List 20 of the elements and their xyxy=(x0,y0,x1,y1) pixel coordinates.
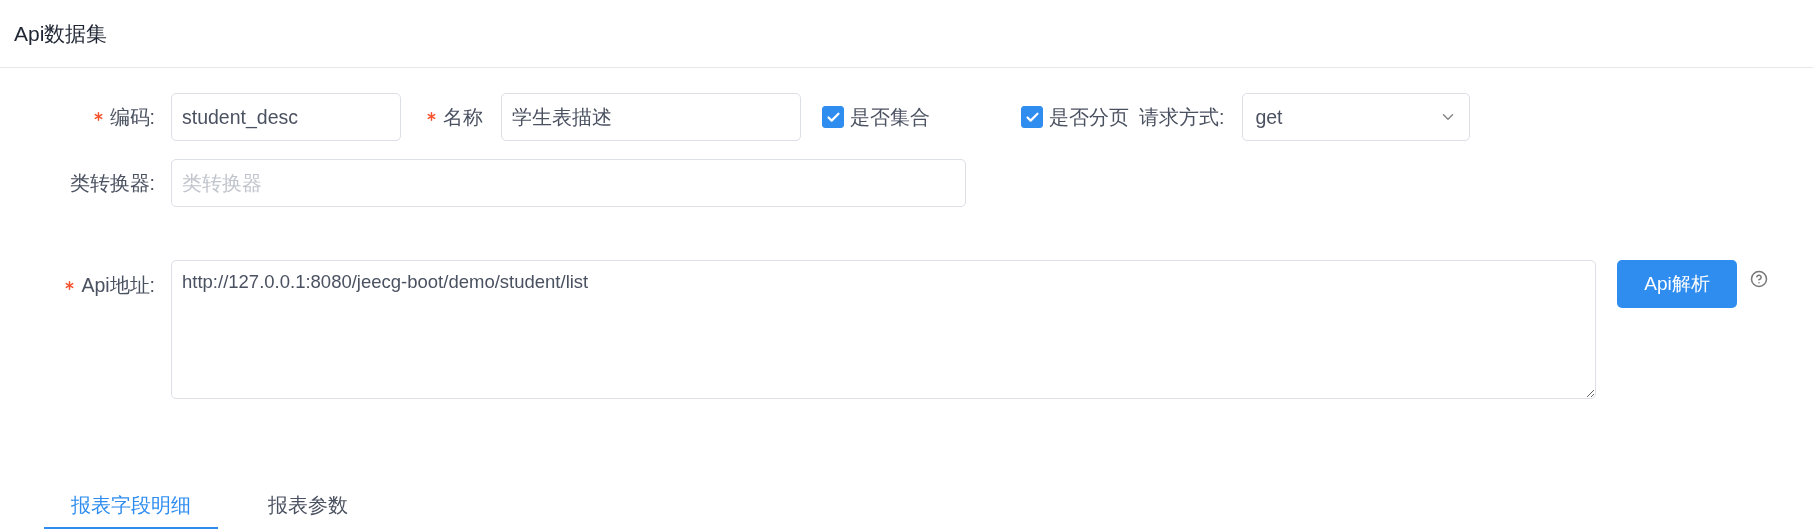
help-icon[interactable] xyxy=(1750,270,1768,288)
page-title: Api数据集 xyxy=(14,20,108,47)
method-select[interactable]: get xyxy=(1242,93,1471,141)
required-asterisk-icon xyxy=(65,280,75,290)
tab[interactable]: 报表参数 xyxy=(218,492,398,529)
field-label: Api地址: xyxy=(0,260,171,299)
text-field[interactable]: student_desc xyxy=(171,93,401,141)
required-asterisk-icon xyxy=(427,112,436,122)
field-label: 编码: xyxy=(0,103,171,131)
checkbox-label: 是否集合 xyxy=(850,104,930,130)
field-label: 类转换器: xyxy=(68,170,156,196)
url-field[interactable]: http://127.0.0.1:8080/jeecg-boot/demo/student/list xyxy=(171,260,1596,399)
checkbox[interactable] xyxy=(1021,106,1043,128)
field-label: 名称 xyxy=(427,103,501,131)
checkbox[interactable] xyxy=(822,106,844,128)
field-label: 请求方式: xyxy=(1139,104,1225,130)
text-field[interactable]: 类转换器 xyxy=(171,159,966,207)
checkbox-label: 是否分页 xyxy=(1049,104,1129,130)
required-asterisk-icon xyxy=(93,112,103,122)
text-field[interactable]: 学生表描述 xyxy=(501,93,801,141)
